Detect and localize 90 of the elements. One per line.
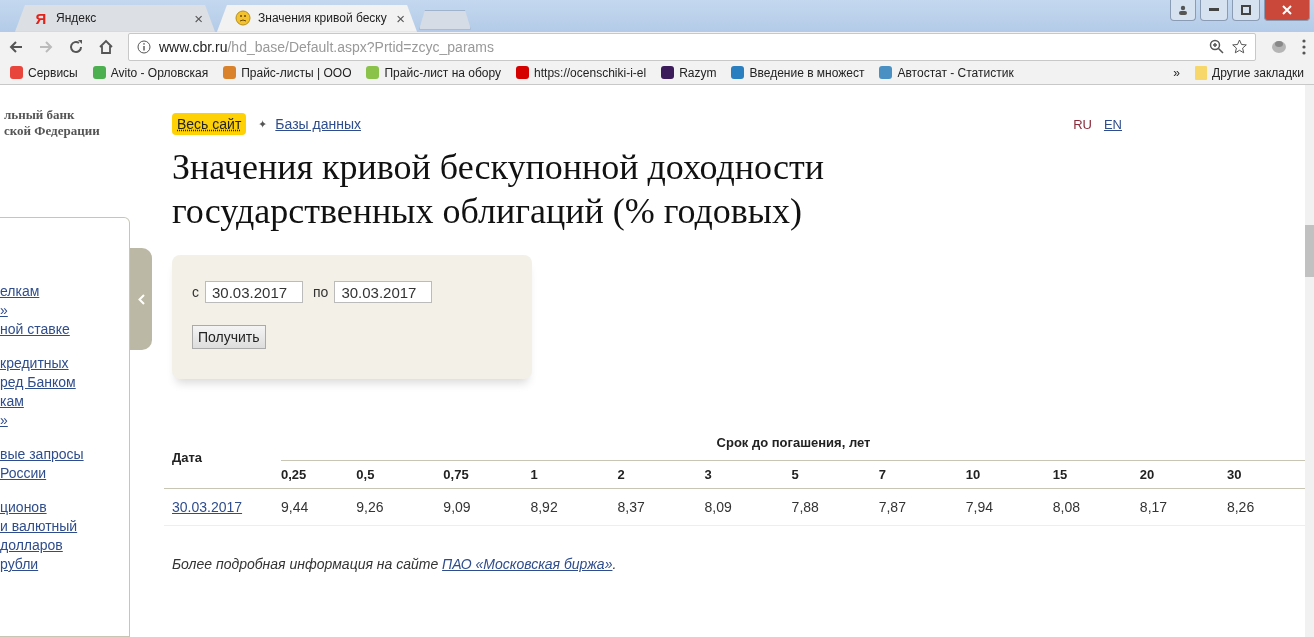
column-header: 15 <box>1044 460 1132 489</box>
sidebar-link[interactable]: рубли <box>0 555 129 574</box>
language-link[interactable]: RU <box>1073 116 1092 132</box>
column-header: 30 <box>1218 460 1306 489</box>
table-cell: 8,37 <box>609 488 697 526</box>
sidebar-link[interactable]: ред Банком <box>0 373 129 392</box>
browser-tab[interactable]: Значения кривой беску × <box>217 4 417 32</box>
column-header: 5 <box>783 460 871 489</box>
column-header: 3 <box>696 460 784 489</box>
minimize-button[interactable] <box>1200 0 1228 21</box>
sidebar-link[interactable]: кредитных <box>0 354 129 373</box>
folder-icon <box>1195 65 1208 80</box>
column-group-header: Срок до погашения, лет <box>281 427 1306 461</box>
column-header: 0,75 <box>435 460 523 489</box>
bookmark[interactable]: Автостат - Статистик <box>879 65 1014 80</box>
page-title: Значения кривой бескупонной доходности государственных облигаций (% годовых) <box>172 146 825 233</box>
column-header: 1 <box>522 460 610 489</box>
browser-tab[interactable]: Я Яндекс × <box>15 4 215 32</box>
column-header: 0,25 <box>281 460 349 489</box>
sidebar-link[interactable]: ционов <box>0 498 129 517</box>
bookmark[interactable]: Прайс-листы | ООО <box>223 65 352 80</box>
table-cell: 7,88 <box>783 488 871 526</box>
table-cell: 8,26 <box>1218 488 1306 526</box>
sidebar-link[interactable]: » <box>0 411 129 430</box>
bookmark[interactable]: Razym <box>661 65 717 80</box>
column-header: 0,5 <box>348 460 436 489</box>
tab-title: Яндекс <box>56 11 97 26</box>
url-text: www.cbr.ru/hd_base/Default.aspx?Prtid=zcyc_params <box>159 38 494 55</box>
close-button[interactable] <box>1264 0 1310 21</box>
table-cell: 8,08 <box>1044 488 1132 526</box>
table-cell: 9,26 <box>348 488 436 526</box>
table-cell: 8,17 <box>1131 488 1219 526</box>
maximize-icon <box>1241 5 1251 15</box>
language-link[interactable]: EN <box>1103 116 1122 132</box>
back-icon[interactable] <box>8 38 24 55</box>
column-header: 20 <box>1131 460 1219 489</box>
maximize-button[interactable] <box>1232 0 1260 21</box>
column-header: 7 <box>870 460 958 489</box>
column-header: Дата <box>164 427 265 489</box>
sidebar-link[interactable]: ной ставке <box>0 320 129 339</box>
logo-icon: Я <box>33 10 49 27</box>
more-bookmarks-button[interactable]: » <box>1173 65 1181 80</box>
column-header: 10 <box>957 460 1045 489</box>
sidebar-link[interactable]: » <box>0 301 129 320</box>
breadcrumb-link[interactable]: Базы данных <box>275 116 361 132</box>
column-header: 2 <box>609 460 697 489</box>
person-icon <box>1178 5 1188 15</box>
smiley-icon <box>235 10 251 27</box>
exchange-link[interactable]: ПАО «Московская биржа» <box>442 556 613 572</box>
sidebar-link[interactable]: и валютный <box>0 517 129 536</box>
separator-icon: ✦ <box>258 117 268 131</box>
submit-button[interactable]: Получить <box>192 325 266 349</box>
from-label: с <box>192 284 199 300</box>
site-link[interactable]: Весь сайт <box>172 113 247 135</box>
sidebar-link[interactable]: вые запросы <box>0 445 129 464</box>
reload-icon[interactable] <box>68 38 84 55</box>
profile-button[interactable] <box>1170 0 1196 21</box>
menu-icon[interactable] <box>1302 38 1306 55</box>
table-cell: 7,87 <box>870 488 958 526</box>
table-cell: 9,09 <box>435 488 523 526</box>
sidebar-link[interactable]: елкам <box>0 282 129 301</box>
date-link[interactable]: 30.03.2017 <box>172 499 243 515</box>
tab-title: Значения кривой беску <box>258 11 387 26</box>
address-field[interactable]: www.cbr.ru/hd_base/Default.aspx?Prtid=zcyc_params <box>128 32 1256 61</box>
home-icon[interactable] <box>98 38 114 55</box>
date-field[interactable]: 30.03.2017 <box>205 281 303 303</box>
close-icon <box>1282 5 1292 15</box>
bookmark[interactable]: https://ocenschiki-i-el <box>516 65 647 80</box>
bookmark[interactable]: Введение в множест <box>731 65 865 80</box>
table-cell: 8,92 <box>522 488 610 526</box>
close-icon[interactable]: × <box>194 9 203 27</box>
bookmark[interactable]: Прайс-лист на обору <box>366 65 502 80</box>
date-field[interactable]: 30.03.2017 <box>334 281 433 303</box>
zoom-icon[interactable] <box>1209 39 1224 55</box>
bank-name: льный банк ской Федерации <box>3 107 101 139</box>
minimize-icon <box>1209 8 1219 12</box>
bookmark-folder[interactable]: Другие закладки <box>1195 65 1304 80</box>
sidebar-link[interactable]: России <box>0 464 129 483</box>
sidebar-link[interactable]: кам <box>0 392 129 411</box>
table-cell: 9,44 <box>281 488 349 526</box>
star-icon[interactable] <box>1232 39 1247 55</box>
to-label: по <box>313 284 329 300</box>
info-icon[interactable] <box>137 39 151 54</box>
bookmark[interactable]: Avito - Орловская <box>92 65 209 80</box>
bookmark[interactable]: Сервисы <box>10 65 78 80</box>
table-cell: 7,94 <box>957 488 1045 526</box>
sidebar-link[interactable]: долларов <box>0 536 129 555</box>
table-cell: 8,09 <box>696 488 784 526</box>
collapse-handle[interactable] <box>130 248 152 350</box>
close-icon[interactable]: × <box>396 9 405 27</box>
